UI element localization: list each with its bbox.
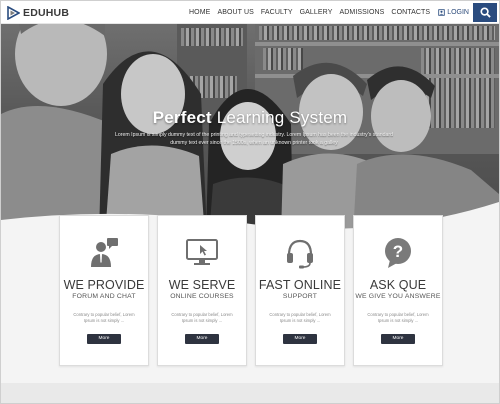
card-icon-wrap — [158, 236, 246, 270]
monitor-icon — [186, 239, 218, 265]
support-person-icon — [91, 238, 118, 267]
headset-icon — [287, 239, 313, 269]
card-title: ASK QUE — [369, 278, 427, 292]
logo-text: EDUHUB — [23, 6, 70, 19]
card-subtitle: FORUM AND CHAT — [72, 293, 136, 300]
hero-banner: Perfect Learning System Lorem Ipsum is s… — [1, 24, 499, 236]
nav-about-us[interactable]: ABOUT US — [217, 9, 253, 16]
question-bubble-icon: ? — [385, 238, 411, 268]
feature-card-support: FAST ONLINE SUPPORT Contrary to popular … — [255, 215, 345, 366]
nav-gallery[interactable]: GALLERY — [300, 9, 333, 16]
login-label: LOGIN — [447, 9, 469, 16]
card-subtitle: SUPPORT — [282, 293, 318, 300]
card-icon-wrap: ? — [354, 236, 442, 270]
feature-card-ask: ? ASK QUE WE GIVE YOU ANSWERE Contrary t… — [353, 215, 443, 366]
main-nav: HOME ABOUT US FACULTY GALLERY ADMISSIONS… — [182, 1, 469, 24]
nav-contacts[interactable]: CONTACTS — [391, 9, 430, 16]
page-frame: EDUHUB HOME ABOUT US FACULTY GALLERY ADM… — [0, 0, 500, 404]
feature-card-courses: WE SERVE ONLINE COURSES Contrary to popu… — [157, 215, 247, 366]
card-title: WE SERVE — [168, 278, 236, 292]
logo-play-icon — [7, 5, 20, 20]
site-logo[interactable]: EDUHUB — [6, 4, 69, 21]
card-description: Contrary to popular belief, Lorem Ipsum … — [171, 312, 233, 323]
card-title: WE PROVIDE — [63, 278, 145, 292]
svg-text:?: ? — [393, 242, 403, 261]
top-navbar: EDUHUB HOME ABOUT US FACULTY GALLERY ADM… — [1, 1, 499, 24]
footer-band — [1, 383, 499, 403]
card-title: FAST ONLINE — [258, 278, 342, 292]
more-button[interactable]: More — [283, 334, 317, 344]
nav-faculty[interactable]: FACULTY — [261, 9, 293, 16]
more-button[interactable]: More — [87, 334, 121, 344]
login-icon — [438, 9, 445, 16]
card-icon-wrap — [60, 236, 148, 270]
hero-wave-divider — [1, 202, 499, 236]
card-description: Contrary to popular belief, Lorem Ipsum … — [73, 312, 135, 323]
feature-card-forum: WE PROVIDE FORUM AND CHAT Contrary to po… — [59, 215, 149, 366]
feature-cards: WE PROVIDE FORUM AND CHAT Contrary to po… — [59, 215, 445, 367]
card-description: Contrary to popular belief, Lorem Ipsum … — [269, 312, 331, 323]
search-icon — [479, 7, 491, 18]
more-button[interactable]: More — [185, 334, 219, 344]
card-icon-wrap — [256, 236, 344, 270]
card-subtitle: ONLINE COURSES — [170, 293, 234, 300]
login-link[interactable]: LOGIN — [438, 9, 469, 16]
search-button[interactable] — [473, 3, 497, 22]
more-button[interactable]: More — [381, 334, 415, 344]
card-description: Contrary to popular belief, Lorem Ipsum … — [367, 312, 429, 323]
nav-home[interactable]: HOME — [189, 9, 210, 16]
card-subtitle: WE GIVE YOU ANSWERE — [355, 293, 441, 300]
nav-admissions[interactable]: ADMISSIONS — [339, 9, 384, 16]
